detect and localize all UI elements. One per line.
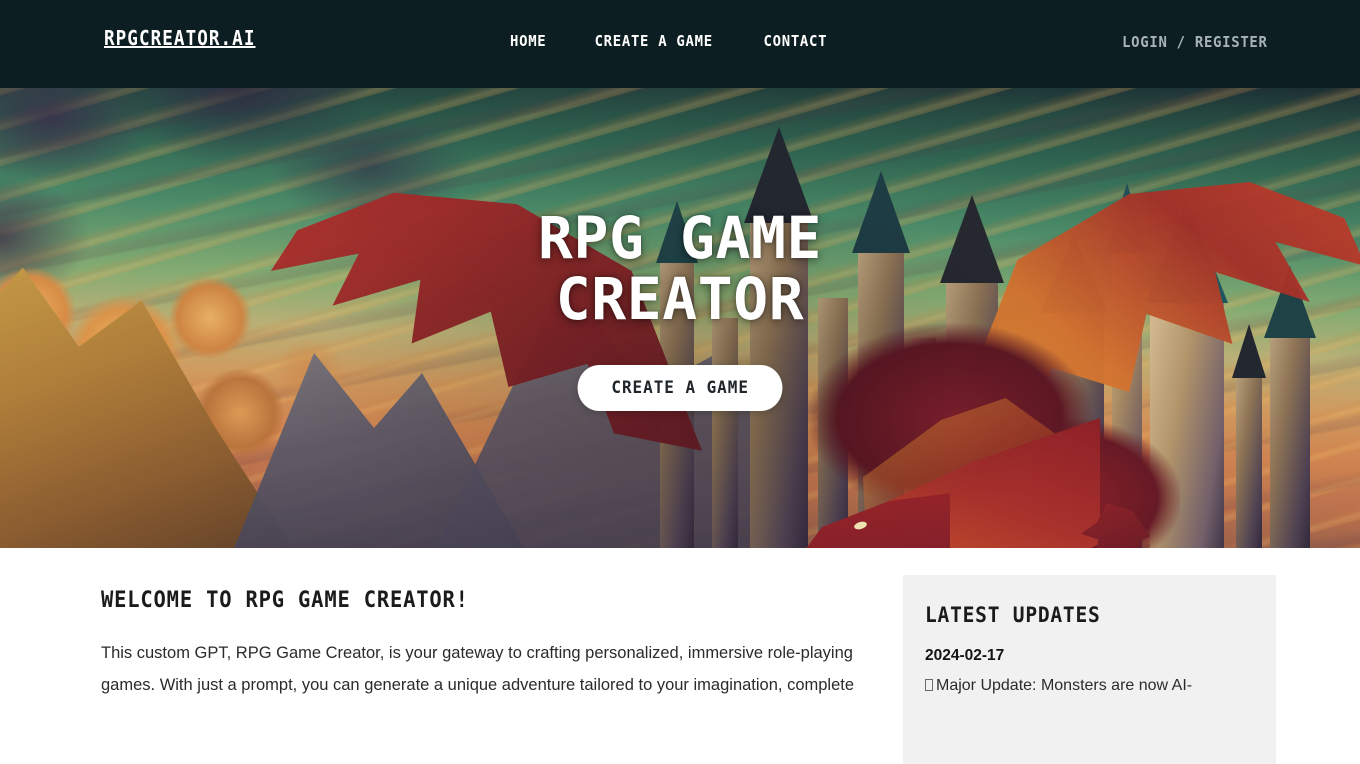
nav-item-home[interactable]: HOME (510, 32, 546, 50)
welcome-paragraph: This custom GPT, RPG Game Creator, is yo… (101, 644, 855, 695)
login-register-link[interactable]: LOGIN / REGISTER (1122, 33, 1268, 51)
update-entry: Major Update: Monsters are now AI- (925, 672, 1254, 700)
hero-title-line-1: RPG GAME (538, 204, 822, 272)
hero-content: RPG GAME CREATOR CREATE A GAME (0, 88, 1360, 548)
nav-item-create-a-game[interactable]: CREATE A GAME (595, 32, 713, 50)
brand-logo[interactable]: RPGCREATOR.AI (104, 26, 255, 50)
create-a-game-button[interactable]: CREATE A GAME (577, 364, 783, 411)
nav-item-contact[interactable]: CONTACT (763, 32, 827, 50)
latest-updates-heading: LATEST UPDATES (925, 603, 1101, 627)
update-text: Major Update: Monsters are now AI- (936, 677, 1193, 694)
latest-updates-panel: LATEST UPDATES 2024-02-17 Major Update: … (903, 575, 1276, 764)
site-header: RPGCREATOR.AI HOME CREATE A GAME CONTACT… (0, 0, 1360, 88)
main-content: WELCOME TO RPG GAME CREATOR! This custom… (0, 548, 1360, 764)
welcome-column: WELCOME TO RPG GAME CREATOR! This custom… (101, 588, 881, 701)
update-date: 2024-02-17 (925, 647, 1005, 664)
main-navigation: HOME CREATE A GAME CONTACT (508, 32, 831, 50)
hero-title-line-2: CREATOR (555, 265, 805, 334)
welcome-heading: WELCOME TO RPG GAME CREATOR! (101, 588, 469, 613)
missing-glyph-icon (925, 679, 933, 691)
hero-title: RPG GAME CREATOR (538, 207, 822, 334)
hero-section: RPG GAME CREATOR CREATE A GAME (0, 88, 1360, 548)
